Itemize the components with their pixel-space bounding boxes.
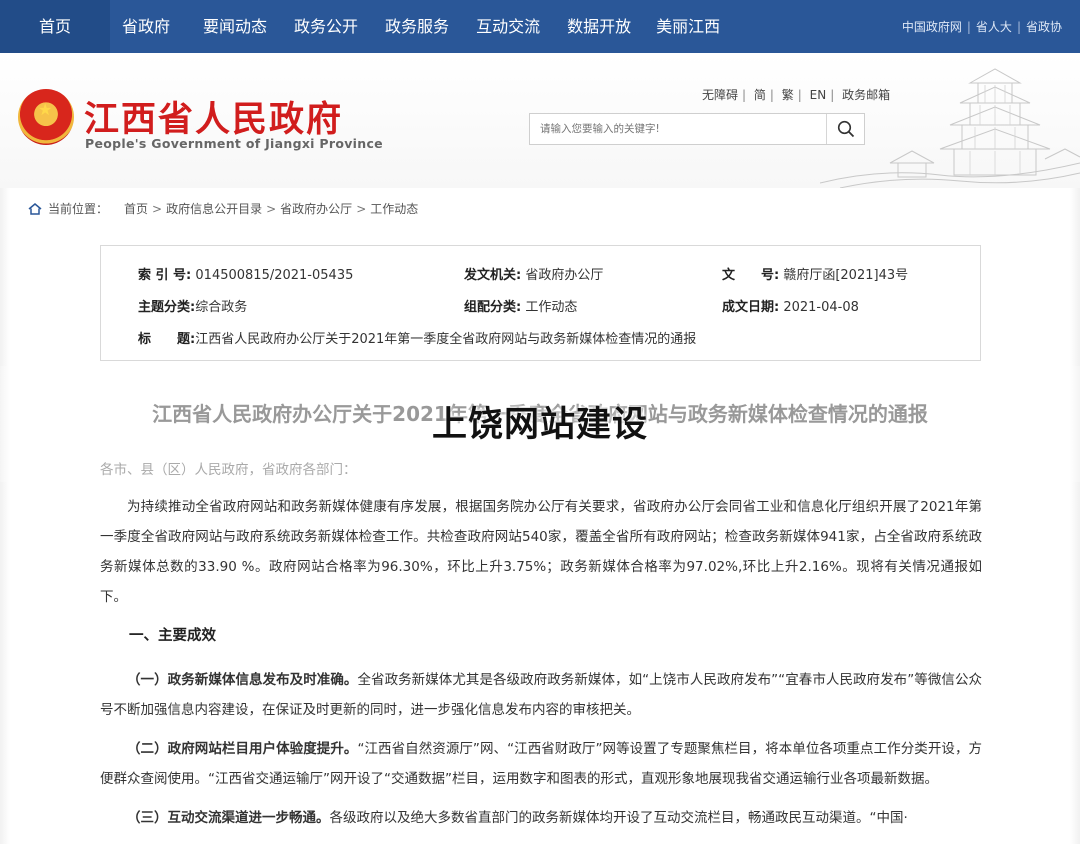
search-box — [529, 113, 865, 145]
meta-title-value: 江西省人民政府办公厅关于2021年第一季度全省政府网站与政务新媒体检查情况的通报 — [195, 332, 697, 347]
meta-index: 索 引 号: 014500815/2021-05435 — [138, 268, 354, 283]
paragraph-key: （二）政府网站栏目用户体验度提升。 — [127, 741, 358, 757]
nav-item-open-affairs[interactable]: 政务公开 — [294, 0, 358, 53]
article-body: 为持续推动全省政府网站和政务新媒体健康有序发展，根据国务院办公厅有关要求，省政府… — [100, 492, 982, 842]
external-links: 中国政府网 | 省人大 | 省政协 — [901, 18, 1062, 35]
link-traditional[interactable]: 繁 — [782, 88, 794, 102]
paragraph-website-columns: （二）政府网站栏目用户体验度提升。“江西省自然资源厅”网、“江西省财政厅”网等设… — [100, 741, 982, 787]
nav-item-services[interactable]: 政务服务 — [385, 0, 449, 53]
search-input[interactable] — [530, 114, 826, 144]
link-simplified[interactable]: 简 — [754, 88, 766, 102]
national-emblem-icon: ★ — [18, 89, 74, 145]
nav-item-home[interactable]: 首页 — [0, 0, 110, 53]
meta-category: 组配分类: 工作动态 — [464, 300, 578, 315]
nav-item-interaction[interactable]: 互动交流 — [476, 0, 540, 53]
breadcrumb-home[interactable]: 首页 — [124, 200, 148, 217]
site-subtitle: People's Government of Jiangxi Province — [85, 136, 383, 151]
breadcrumb: 当前位置： 首页 > 政府信息公开目录 > 省政府办公厅 > 工作动态 — [28, 200, 418, 217]
meta-date: 成文日期: 2021-04-08 — [722, 300, 859, 315]
top-navigation: 首页 省政府 要闻动态 政务公开 政务服务 互动交流 数据开放 美丽江西 中国政… — [0, 0, 1080, 53]
document-meta-box: 索 引 号: 014500815/2021-05435 发文机关: 省政府办公厅… — [100, 245, 981, 361]
meta-doc-number-value: 赣府厅函[2021]43号 — [783, 268, 909, 283]
link-accessibility[interactable]: 无障碍 — [702, 88, 738, 102]
nav-items: 首页 省政府 要闻动态 政务公开 政务服务 互动交流 数据开放 美丽江西 — [0, 0, 720, 53]
site-header: ★ 江西省人民政府 People's Government of Jiangxi… — [0, 53, 1080, 188]
nav-item-province[interactable]: 省政府 — [122, 0, 170, 53]
paragraph-key: （一）政务新媒体信息发布及时准确。 — [127, 672, 358, 688]
link-provincial-congress[interactable]: 省人大 — [976, 18, 1012, 35]
home-icon — [28, 202, 42, 215]
meta-issuer-value: 省政府办公厅 — [525, 268, 604, 283]
nav-item-news[interactable]: 要闻动态 — [203, 0, 267, 53]
nav-item-open-data[interactable]: 数据开放 — [567, 0, 631, 53]
nav-item-beautiful-jiangxi[interactable]: 美丽江西 — [656, 0, 720, 53]
meta-doc-number: 文 号: 赣府厅函[2021]43号 — [722, 268, 909, 283]
meta-date-value: 2021-04-08 — [783, 300, 859, 315]
page-shadow-right — [1070, 188, 1080, 844]
pavilion-illustration-icon — [820, 68, 1080, 188]
paragraph-new-media: （一）政务新媒体信息发布及时准确。全省政务新媒体尤其是各级政府政务新媒体，如“上… — [100, 672, 982, 718]
meta-title: 标 题:江西省人民政府办公厅关于2021年第一季度全省政府网站与政务新媒体检查情… — [138, 332, 697, 347]
meta-topic-value: 综合政务 — [195, 300, 248, 315]
page-shadow-left — [0, 188, 10, 844]
section-heading: 一、主要成效 — [129, 628, 216, 644]
breadcrumb-current[interactable]: 工作动态 — [370, 200, 418, 217]
meta-index-value: 014500815/2021-05435 — [195, 268, 354, 283]
meta-issuer: 发文机关: 省政府办公厅 — [464, 268, 604, 283]
paragraph-intro: 为持续推动全省政府网站和政务新媒体健康有序发展，根据国务院办公厅有关要求，省政府… — [100, 499, 982, 605]
meta-category-value: 工作动态 — [525, 300, 578, 315]
paragraph-interaction: （三）互动交流渠道进一步畅通。各级政府以及绝大多数省直部门的政务新媒体均开设了互… — [127, 810, 908, 826]
breadcrumb-label: 当前位置： — [48, 202, 109, 216]
site-title[interactable]: 江西省人民政府 — [84, 91, 343, 142]
paragraph-key: （三）互动交流渠道进一步畅通。 — [127, 810, 330, 826]
breadcrumb-office[interactable]: 省政府办公厅 — [280, 200, 352, 217]
link-gov-cn[interactable]: 中国政府网 — [902, 18, 962, 35]
watermark-overlay-text: 上饶网站建设 — [431, 405, 648, 445]
link-cppcc[interactable]: 省政协 — [1026, 18, 1062, 35]
breadcrumb-catalog[interactable]: 政府信息公开目录 — [166, 200, 262, 217]
meta-topic: 主题分类:综合政务 — [138, 300, 248, 315]
article-addressee: 各市、县（区）人民政府，省政府各部门： — [100, 462, 357, 478]
